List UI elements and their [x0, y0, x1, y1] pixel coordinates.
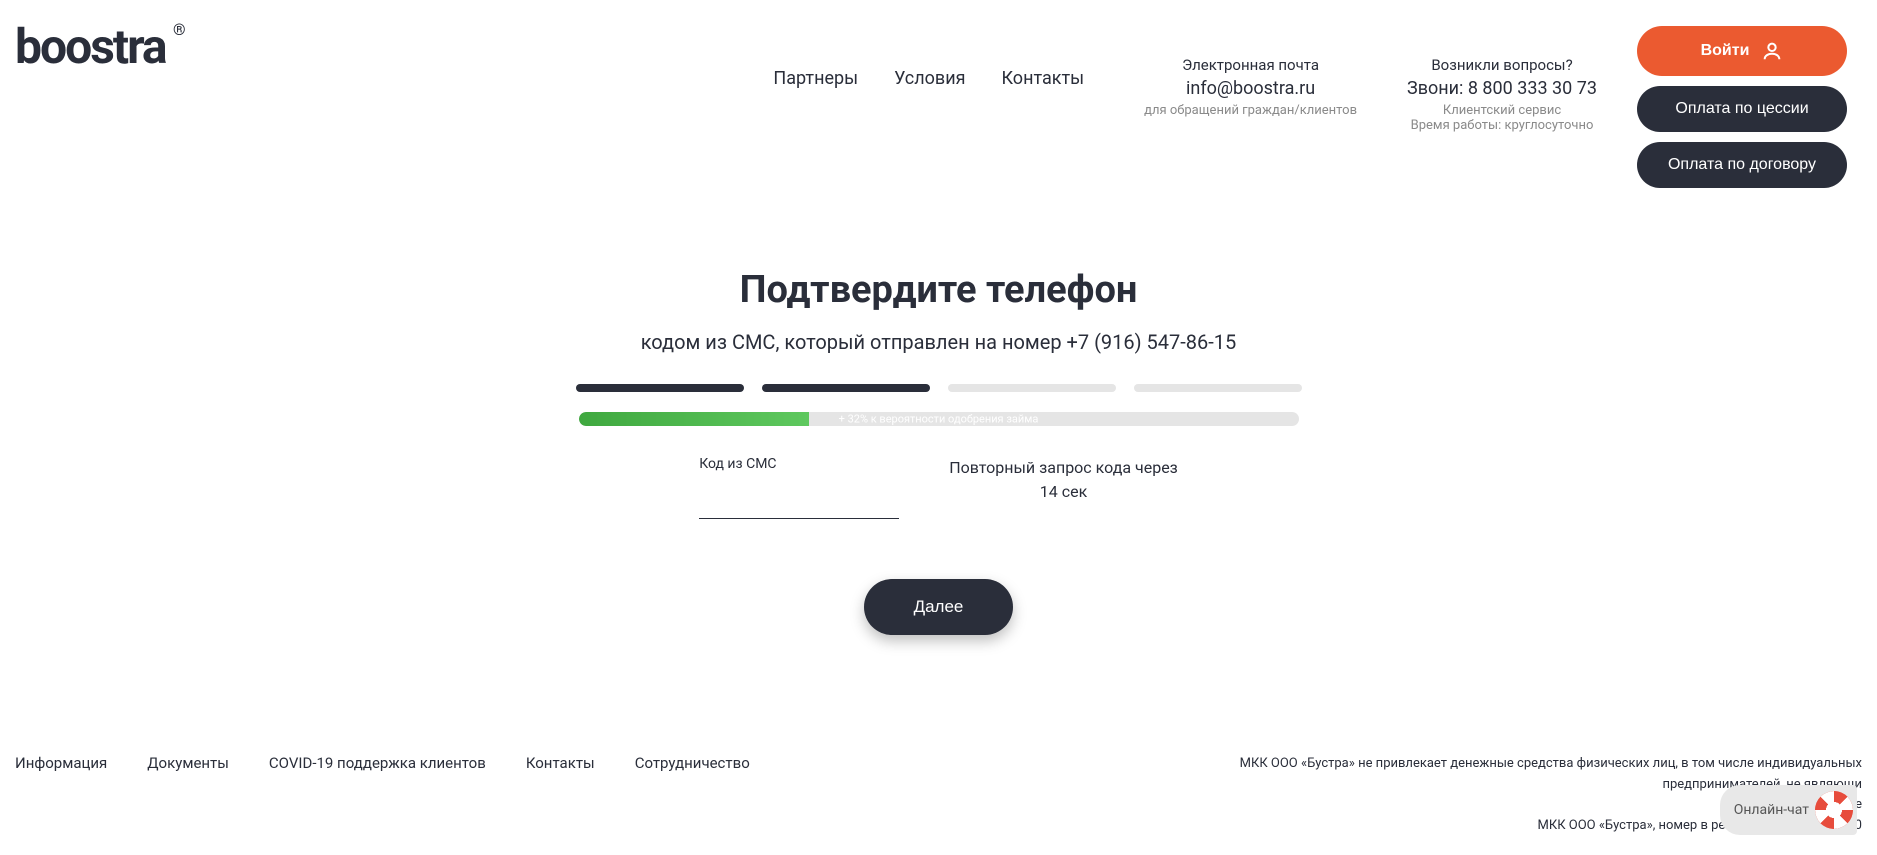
- approval-fill: [579, 412, 809, 426]
- sms-input[interactable]: [699, 492, 899, 519]
- resend-line1: Повторный запрос кода через: [949, 456, 1178, 480]
- email-block: Электронная почта info@boostra.ru для об…: [1144, 56, 1357, 133]
- user-icon: [1761, 40, 1783, 62]
- sms-label: Код из СМС: [699, 456, 899, 472]
- step-2: [762, 384, 930, 392]
- login-label: Войти: [1701, 42, 1750, 60]
- page-title: Подтвердите телефон: [559, 268, 1319, 312]
- footer-links: Информация Документы COVID-19 поддержка …: [15, 754, 750, 772]
- nav-terms[interactable]: Условия: [894, 68, 965, 89]
- pay-contract-button[interactable]: Оплата по договору: [1637, 142, 1847, 188]
- step-3: [948, 384, 1116, 392]
- phone-sub2: Время работы: круглосуточно: [1407, 118, 1597, 133]
- nav-contacts[interactable]: Контакты: [1001, 68, 1084, 89]
- phone-block: Возникли вопросы? Звони: 8 800 333 30 73…: [1407, 56, 1597, 133]
- chat-label: Онлайн-чат: [1734, 802, 1809, 818]
- form-row: Код из СМС Повторный запрос кода через 1…: [559, 456, 1319, 519]
- main-nav: Партнеры Условия Контакты: [773, 68, 1084, 89]
- step-1: [576, 384, 744, 392]
- header-buttons: Войти Оплата по цессии Оплата по договор…: [1637, 26, 1847, 188]
- sms-field: Код из СМС: [699, 456, 899, 519]
- approval-text: + 32% к вероятности одобрения займа: [839, 413, 1039, 426]
- nav-partners[interactable]: Партнеры: [773, 68, 858, 89]
- resend-block: Повторный запрос кода через 14 сек: [949, 456, 1178, 504]
- footer-docs[interactable]: Документы: [147, 754, 229, 772]
- approval-bar: + 32% к вероятности одобрения займа: [579, 412, 1299, 426]
- registered-icon: ®: [173, 20, 184, 39]
- login-button[interactable]: Войти: [1637, 26, 1847, 76]
- next-button[interactable]: Далее: [864, 579, 1014, 635]
- header-info: Электронная почта info@boostra.ru для об…: [1144, 56, 1597, 133]
- footer: Информация Документы COVID-19 поддержка …: [0, 754, 1877, 837]
- lifesaver-icon: [1815, 791, 1853, 829]
- pay-cession-button[interactable]: Оплата по цессии: [1637, 86, 1847, 132]
- email-label: Электронная почта: [1144, 56, 1357, 74]
- main-content: Подтвердите телефон кодом из СМС, которы…: [559, 268, 1319, 635]
- logo[interactable]: boostra®: [15, 18, 166, 75]
- phone-label: Возникли вопросы?: [1407, 56, 1597, 74]
- logo-text: boostra: [15, 18, 166, 75]
- footer-info[interactable]: Информация: [15, 754, 107, 772]
- chat-widget[interactable]: Онлайн-чат: [1720, 785, 1857, 835]
- step-4: [1134, 384, 1302, 392]
- phone-value[interactable]: Звони: 8 800 333 30 73: [1407, 78, 1597, 99]
- footer-partners[interactable]: Сотрудничество: [635, 754, 750, 772]
- email-sub: для обращений граждан/клиентов: [1144, 103, 1357, 118]
- footer-covid[interactable]: COVID-19 поддержка клиентов: [269, 754, 486, 772]
- resend-line2: 14 сек: [949, 480, 1178, 504]
- header: boostra® Партнеры Условия Контакты Элект…: [0, 0, 1877, 188]
- email-value[interactable]: info@boostra.ru: [1144, 78, 1357, 99]
- footer-contacts[interactable]: Контакты: [526, 754, 595, 772]
- step-indicator: [559, 384, 1319, 392]
- page-subtitle: кодом из СМС, который отправлен на номер…: [559, 330, 1319, 354]
- phone-sub1: Клиентский сервис: [1407, 103, 1597, 118]
